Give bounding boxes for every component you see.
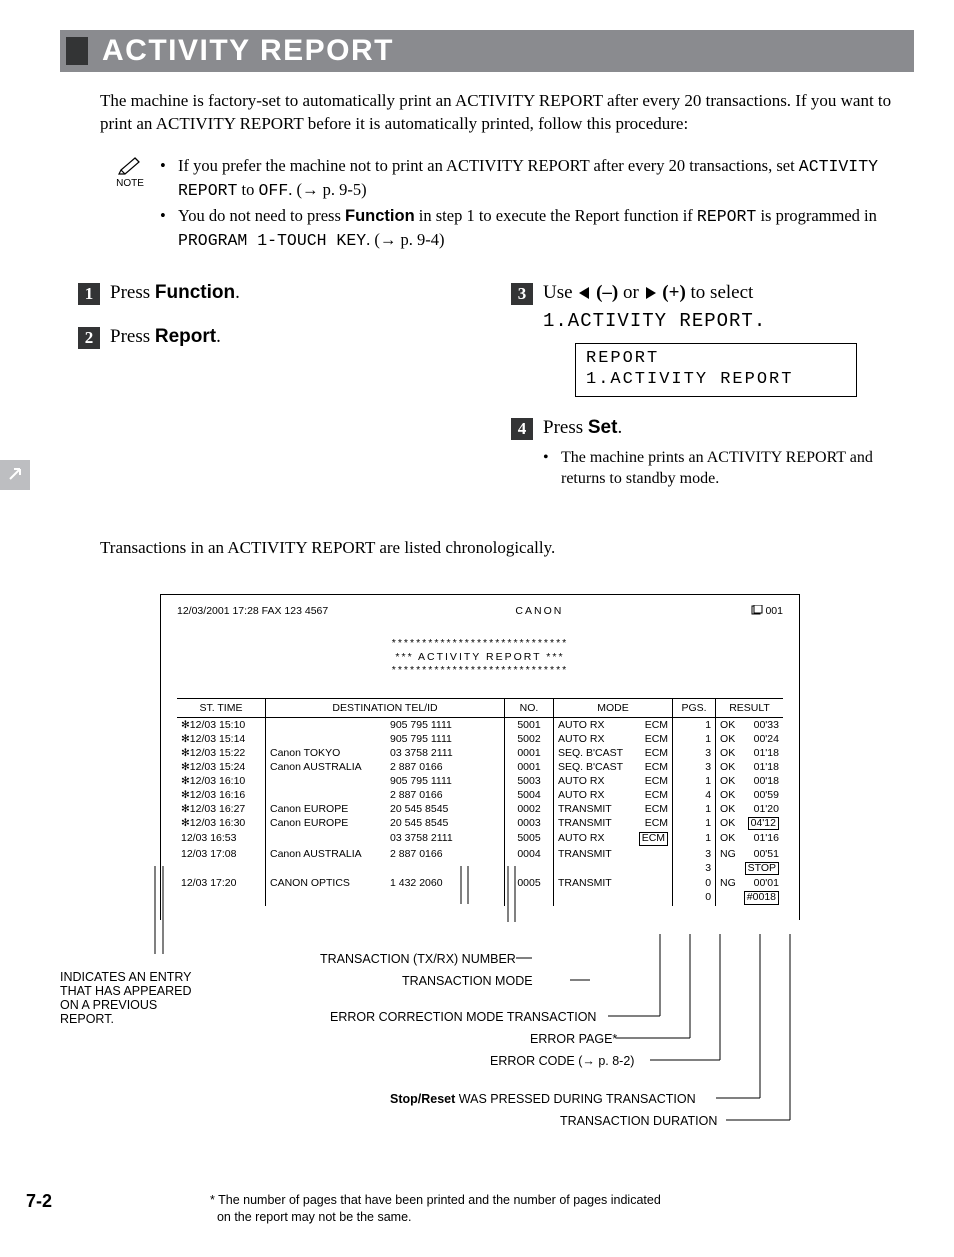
report-header-left: 12/03/2001 17:28 FAX 123 4567 <box>177 605 328 617</box>
section-title-bar: ACTIVITY REPORT <box>60 30 914 72</box>
callout-labels: TRANSACTION (TX/RX) NUMBER TRANSACTION M… <box>160 934 800 1174</box>
page-number: 7-2 <box>26 1191 52 1212</box>
report-table: ST. TIME DESTINATION TEL/ID NO. MODE PGS… <box>177 698 783 906</box>
side-tab-marker <box>0 460 30 490</box>
note-icon: NOTE <box>100 154 160 189</box>
step-1: 1 Press Function. <box>78 280 481 306</box>
lcd-display: REPORT 1.ACTIVITY REPORT <box>575 343 857 398</box>
report-header-center: CANON <box>515 605 563 617</box>
step-4: 4 Press Set. • The machine prints an ACT… <box>511 415 914 490</box>
step-2: 2 Press Report. <box>78 324 481 350</box>
footnote: * The number of pages that have been pri… <box>210 1192 914 1227</box>
steps-columns: 1 Press Function. 2 Press Report. 3 Use … <box>60 280 914 508</box>
table-row: ✻12/03 15:22Canon TOKYO03 3758 21110001S… <box>177 746 783 760</box>
left-triangle-icon <box>577 282 591 308</box>
title-block-deco <box>66 37 88 65</box>
table-row: 12/03 17:08Canon AUSTRALIA2 887 01660004… <box>177 847 783 861</box>
note-block: NOTE • If you prefer the machine not to … <box>60 154 914 254</box>
chronological-note: Transactions in an ACTIVITY REPORT are l… <box>100 538 914 558</box>
step-3: 3 Use (–) or (+) to select 1.ACTIVITY RE… <box>511 280 914 397</box>
note-label: NOTE <box>116 178 144 189</box>
table-row: ✻12/03 15:24Canon AUSTRALIA2 887 0166000… <box>177 760 783 774</box>
report-page: 12/03/2001 17:28 FAX 123 4567 CANON 001 … <box>160 594 800 920</box>
table-row: 0 #0018 <box>177 890 783 906</box>
intro-paragraph: The machine is factory-set to automatica… <box>60 90 914 136</box>
page-icon <box>751 605 763 615</box>
table-row: ✻12/03 16:30Canon EUROPE20 545 85450003T… <box>177 816 783 832</box>
report-title: ***************************** *** ACTIVI… <box>177 637 783 678</box>
report-header-right: 001 <box>751 605 783 617</box>
table-row: ✻12/03 16:162 887 01665004AUTO RXECM4OK0… <box>177 788 783 802</box>
table-row: 12/03 17:20CANON OPTICS1 432 20600005TRA… <box>177 876 783 890</box>
table-row: 3 STOP <box>177 861 783 877</box>
callout-leader-lines <box>160 934 860 1134</box>
table-row: ✻12/03 16:27Canon EUROPE20 545 85450002T… <box>177 802 783 816</box>
note-item: • If you prefer the machine not to print… <box>160 154 914 202</box>
table-row: 12/03 16:5303 3758 21115005AUTO RXECM1OK… <box>177 831 783 847</box>
activity-report-sample: 12/03/2001 17:28 FAX 123 4567 CANON 001 … <box>160 594 800 1174</box>
table-row: ✻12/03 15:14905 795 11115002AUTO RXECM1O… <box>177 732 783 746</box>
note-item: • You do not need to press Function in s… <box>160 204 914 252</box>
right-triangle-icon <box>644 282 658 308</box>
section-title: ACTIVITY REPORT <box>102 34 394 68</box>
table-row: ✻12/03 16:10905 795 11115003AUTO RXECM1O… <box>177 774 783 788</box>
table-row: ✻12/03 15:10905 795 11115001AUTO RXECM1O… <box>177 717 783 732</box>
